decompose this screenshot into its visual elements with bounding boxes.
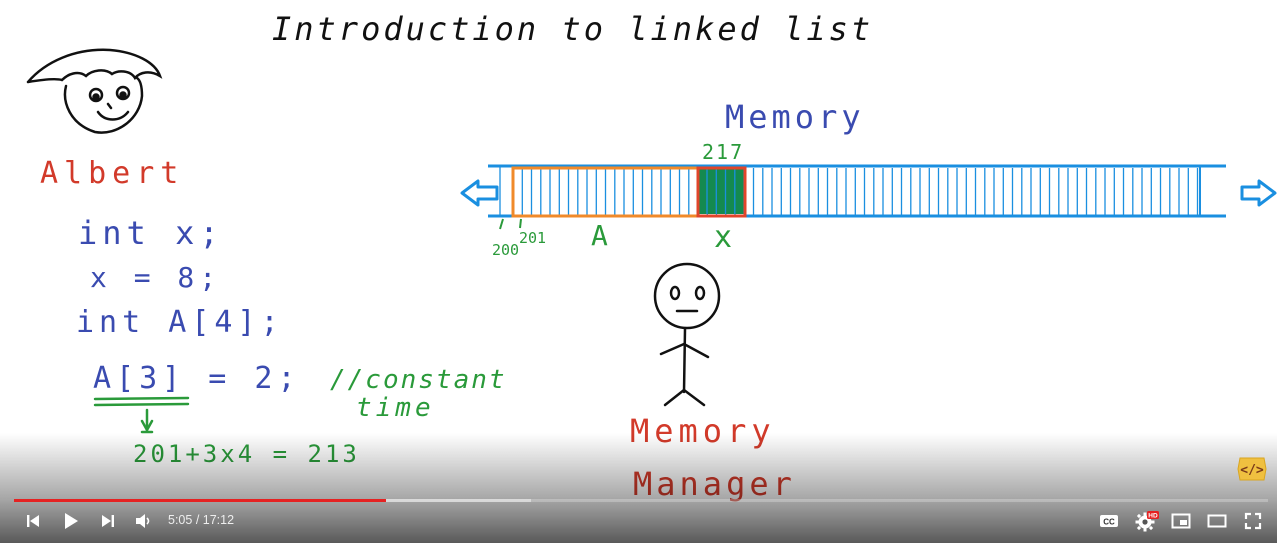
- gear-icon: HD: [1135, 511, 1159, 532]
- next-button[interactable]: [95, 505, 121, 537]
- code-line-4: A[3] = 2;: [93, 361, 301, 396]
- fullscreen-icon: [1244, 512, 1262, 530]
- video-frame[interactable]: Introduction to linked list Albert int x…: [0, 0, 1277, 543]
- a3-underline: [93, 396, 190, 434]
- video-player[interactable]: Introduction to linked list Albert int x…: [0, 0, 1277, 543]
- memory-manager-figure: [653, 262, 721, 407]
- time-display: 5:05 / 17:12: [168, 513, 234, 527]
- theater-icon: [1207, 514, 1227, 528]
- play-icon: [65, 513, 78, 529]
- variable-label-x: x: [714, 220, 732, 255]
- address-217: 217: [702, 140, 744, 164]
- code-line-3: int A[4];: [76, 305, 284, 340]
- manager-label-line1: Memory: [630, 412, 776, 450]
- svg-text:CC: CC: [1103, 518, 1115, 527]
- address-201: 201: [519, 229, 546, 247]
- hd-badge: HD: [1148, 513, 1158, 520]
- previous-icon: [27, 515, 39, 527]
- current-time: 5:05: [168, 513, 193, 527]
- cc-icon: CC: [1100, 515, 1118, 527]
- memory-label: Memory: [725, 98, 865, 136]
- albert-face-drawing: [26, 48, 163, 134]
- code-line-2: x = 8;: [90, 261, 221, 294]
- previous-button[interactable]: [20, 505, 46, 537]
- theater-mode-button[interactable]: [1204, 505, 1230, 537]
- next-icon: [102, 515, 114, 527]
- miniplayer-icon: [1171, 513, 1191, 529]
- memory-strip: [460, 164, 1277, 218]
- video-title: Introduction to linked list: [272, 10, 873, 48]
- play-button[interactable]: [56, 505, 86, 537]
- watermark-text: </>: [1240, 463, 1264, 478]
- code-line-1: int x;: [78, 214, 224, 252]
- array-label-a: A: [591, 219, 608, 252]
- miniplayer-button[interactable]: [1168, 505, 1194, 537]
- comment-line-1: //constant: [330, 365, 507, 395]
- address-200: 200: [492, 241, 519, 259]
- volume-icon: [136, 514, 150, 528]
- captions-button[interactable]: CC: [1097, 505, 1121, 537]
- volume-button[interactable]: [130, 505, 156, 537]
- albert-label: Albert: [40, 156, 184, 191]
- controls-bar: 5:05 / 17:12 CC HD: [0, 505, 1277, 537]
- duration: 17:12: [202, 513, 235, 527]
- address-ticks: [499, 218, 522, 230]
- fullscreen-button[interactable]: [1240, 505, 1266, 537]
- channel-watermark[interactable]: </>: [1236, 456, 1268, 482]
- comment-line-2: time: [356, 393, 435, 423]
- progress-played: [14, 499, 387, 502]
- progress-bar[interactable]: [14, 498, 1268, 503]
- time-separator: /: [192, 513, 203, 527]
- settings-button[interactable]: HD: [1133, 505, 1161, 537]
- address-calculation: 201+3x4 = 213: [133, 440, 360, 468]
